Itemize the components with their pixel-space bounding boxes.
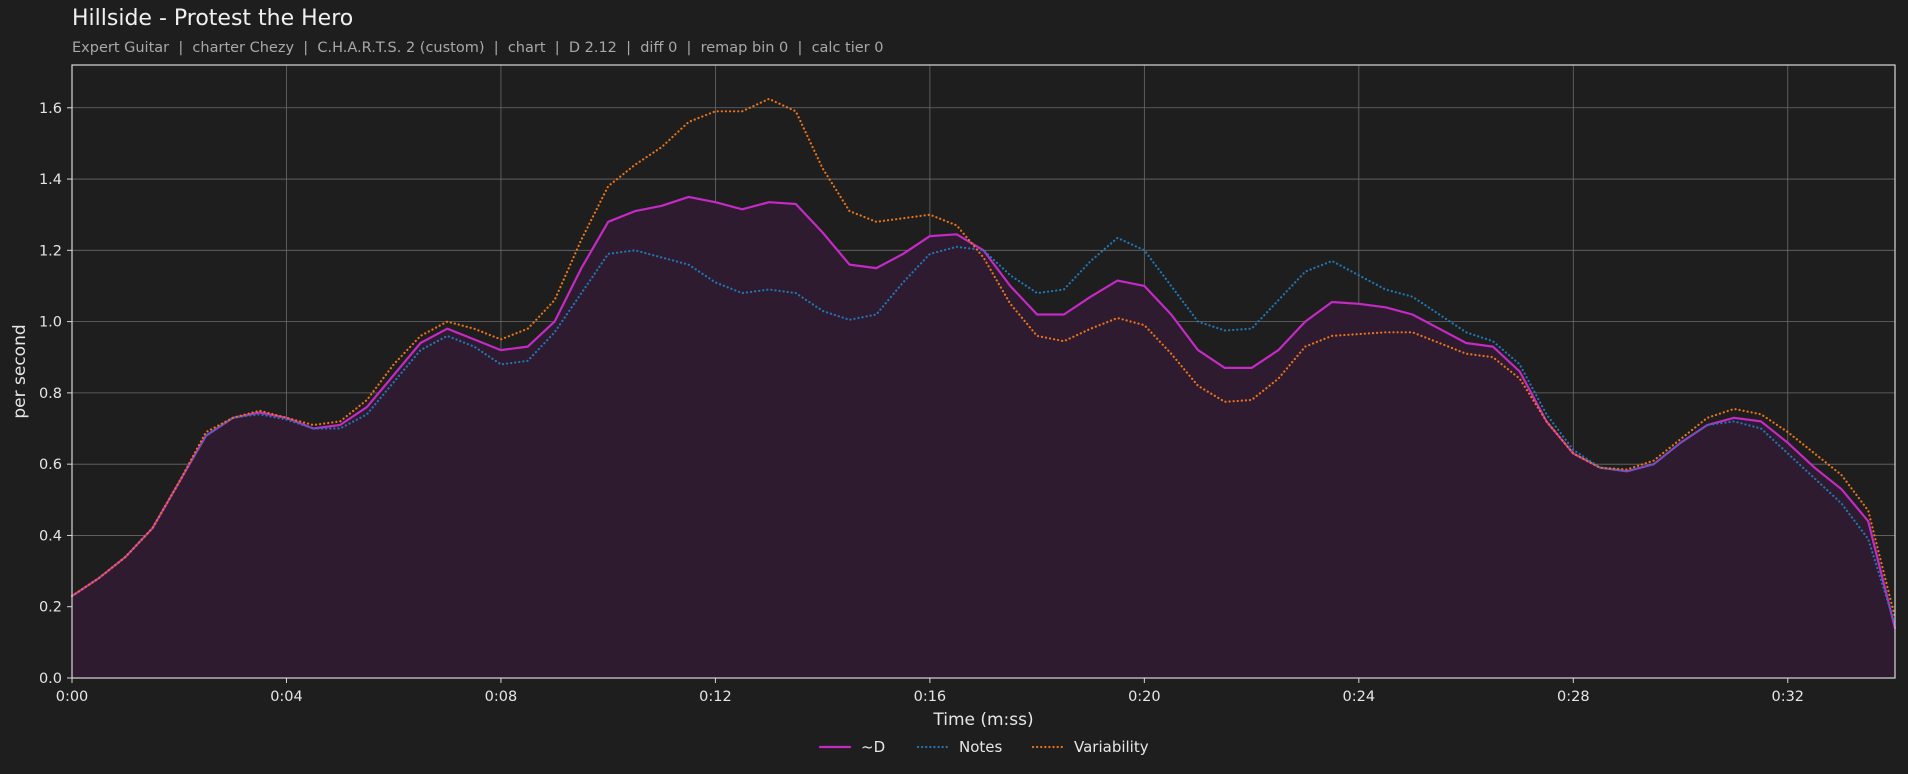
y-tick-label: 1.0 bbox=[39, 315, 62, 331]
x-tick-label: 0:04 bbox=[270, 689, 303, 705]
x-tick-label: 0:28 bbox=[1557, 689, 1590, 705]
y-tick-label: 1.6 bbox=[39, 101, 62, 117]
x-tick-label: 0:08 bbox=[485, 689, 518, 705]
series-area-0 bbox=[72, 196, 1895, 678]
legend-label: Notes bbox=[959, 738, 1003, 756]
x-tick-label: 0:20 bbox=[1128, 689, 1161, 705]
y-tick-label: 1.2 bbox=[39, 243, 62, 259]
y-tick-label: 0.2 bbox=[39, 600, 62, 616]
x-tick-label: 0:32 bbox=[1771, 689, 1804, 705]
legend: ~D Notes Variability bbox=[818, 738, 1149, 756]
x-tick-label: 0:00 bbox=[56, 689, 89, 705]
x-axis-label: Time (m:ss) bbox=[932, 710, 1033, 730]
line-chart: 0:00 0:04 0:08 0:12 0:16 0:20 0:24 0:28 0:32 0.0 0… bbox=[10, 64, 1897, 756]
y-tick-label: 0.6 bbox=[39, 457, 62, 473]
y-tick-label: 0.8 bbox=[39, 386, 62, 402]
legend-label: ~D bbox=[861, 738, 885, 756]
x-tick-label: 0:12 bbox=[699, 689, 732, 705]
area-layer bbox=[72, 196, 1895, 678]
y-tick-label: 0.0 bbox=[39, 671, 62, 687]
y-tick-label: 1.4 bbox=[39, 172, 62, 188]
y-axis-label: per second bbox=[10, 324, 30, 418]
x-tick-label: 0:16 bbox=[914, 689, 947, 705]
y-tick-label: 0.4 bbox=[39, 528, 62, 544]
legend-label: Variability bbox=[1074, 738, 1149, 756]
x-tick-label: 0:24 bbox=[1343, 689, 1376, 705]
